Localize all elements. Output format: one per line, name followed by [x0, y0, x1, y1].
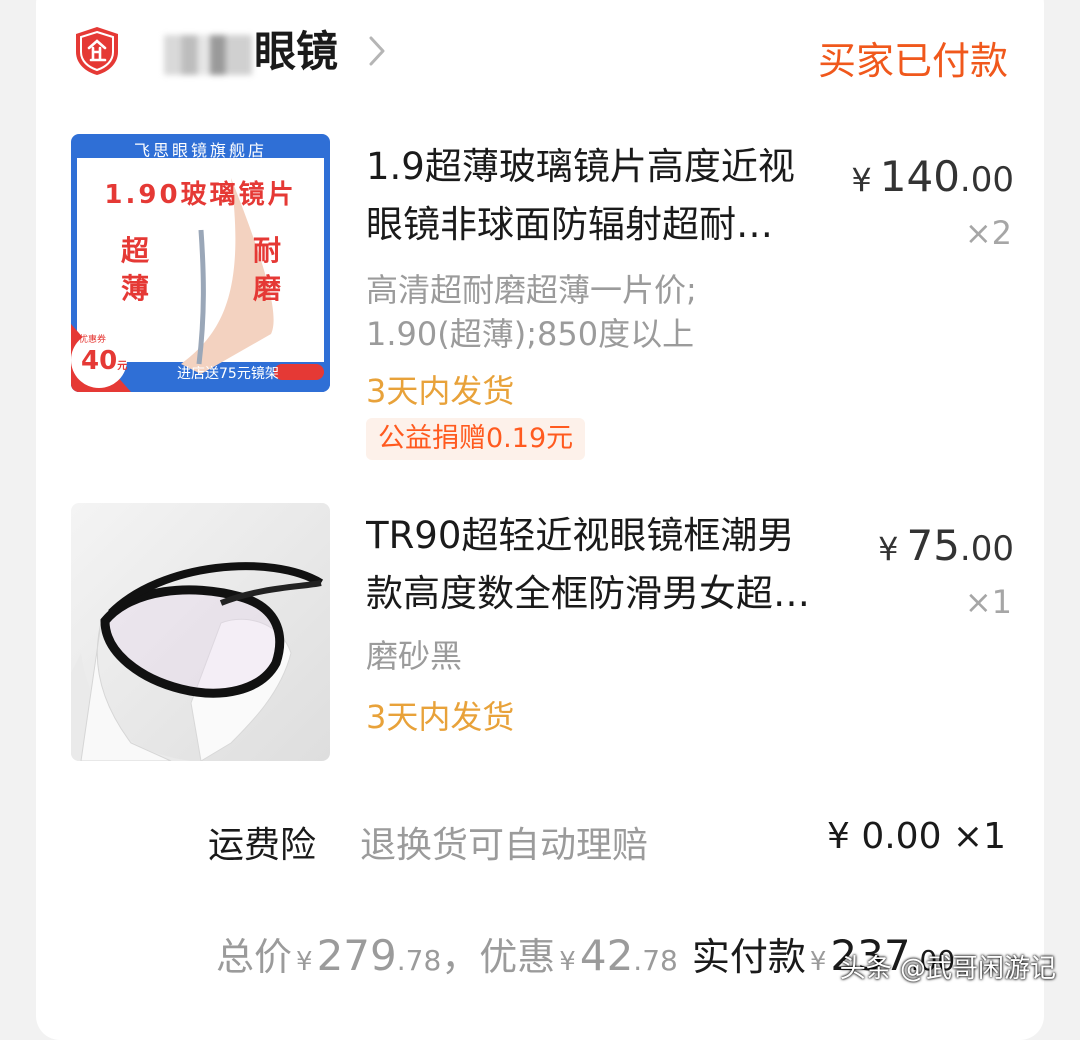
banner-title: 1.90玻璃镜片	[104, 180, 297, 210]
banner-left-words: 超 薄	[121, 234, 150, 305]
product-quantity: ×1	[964, 583, 1012, 621]
product-image-lens[interactable]: 飞思眼镜旗舰店 1.90玻璃镜片 超 薄 耐 磨 优惠券 40元 进店送75元镜…	[71, 134, 330, 392]
total-price: 279	[316, 931, 397, 980]
banner-footer-text: 进店送75元镜架	[177, 366, 279, 382]
product-price: ¥75.00	[878, 521, 1014, 570]
enterprise-shield-icon	[76, 27, 118, 75]
chevron-right-icon[interactable]	[366, 34, 388, 68]
product-sku: 高清超耐磨超薄一片价; 1.90(超薄);850度以上	[366, 271, 697, 353]
paid-label: 实付款	[691, 935, 806, 979]
shipping-insurance-label: 运费险	[208, 825, 317, 866]
coupon-value: 40元	[81, 346, 128, 376]
shipping-time: 3天内发货	[366, 372, 515, 410]
shipping-insurance-price: ¥ 0.00 ×1	[826, 816, 1006, 857]
total-label: 总价	[216, 935, 293, 979]
order-status: 买家已付款	[817, 39, 1008, 83]
shipping-time: 3天内发货	[366, 698, 515, 736]
shop-name[interactable]: 眼镜	[164, 26, 338, 78]
product-sku: 磨砂黑	[366, 637, 463, 675]
discount-label: 优惠	[479, 935, 556, 979]
product-image-frame[interactable]	[71, 503, 330, 761]
product-price: ¥140.00	[851, 152, 1014, 201]
shipping-insurance-desc: 退换货可自动理赔	[360, 825, 649, 866]
banner-right-words: 耐 磨	[253, 234, 282, 305]
banner-store-name: 飞思眼镜旗舰店	[133, 141, 267, 160]
product-quantity: ×2	[964, 214, 1012, 252]
blurred-shop-name	[164, 34, 252, 75]
watermark: 头条 @武哥闲游记	[839, 954, 1056, 984]
charity-badge: 公益捐赠0.19元	[366, 418, 586, 460]
discount-amount: 42	[579, 931, 634, 980]
product-title[interactable]: TR90超轻近视眼镜框潮男 款高度数全框防滑男女超…	[366, 507, 836, 623]
product-title[interactable]: 1.9超薄玻璃镜片高度近视 眼镜非球面防辐射超耐…	[366, 138, 836, 254]
coupon-label: 优惠券	[79, 335, 107, 345]
